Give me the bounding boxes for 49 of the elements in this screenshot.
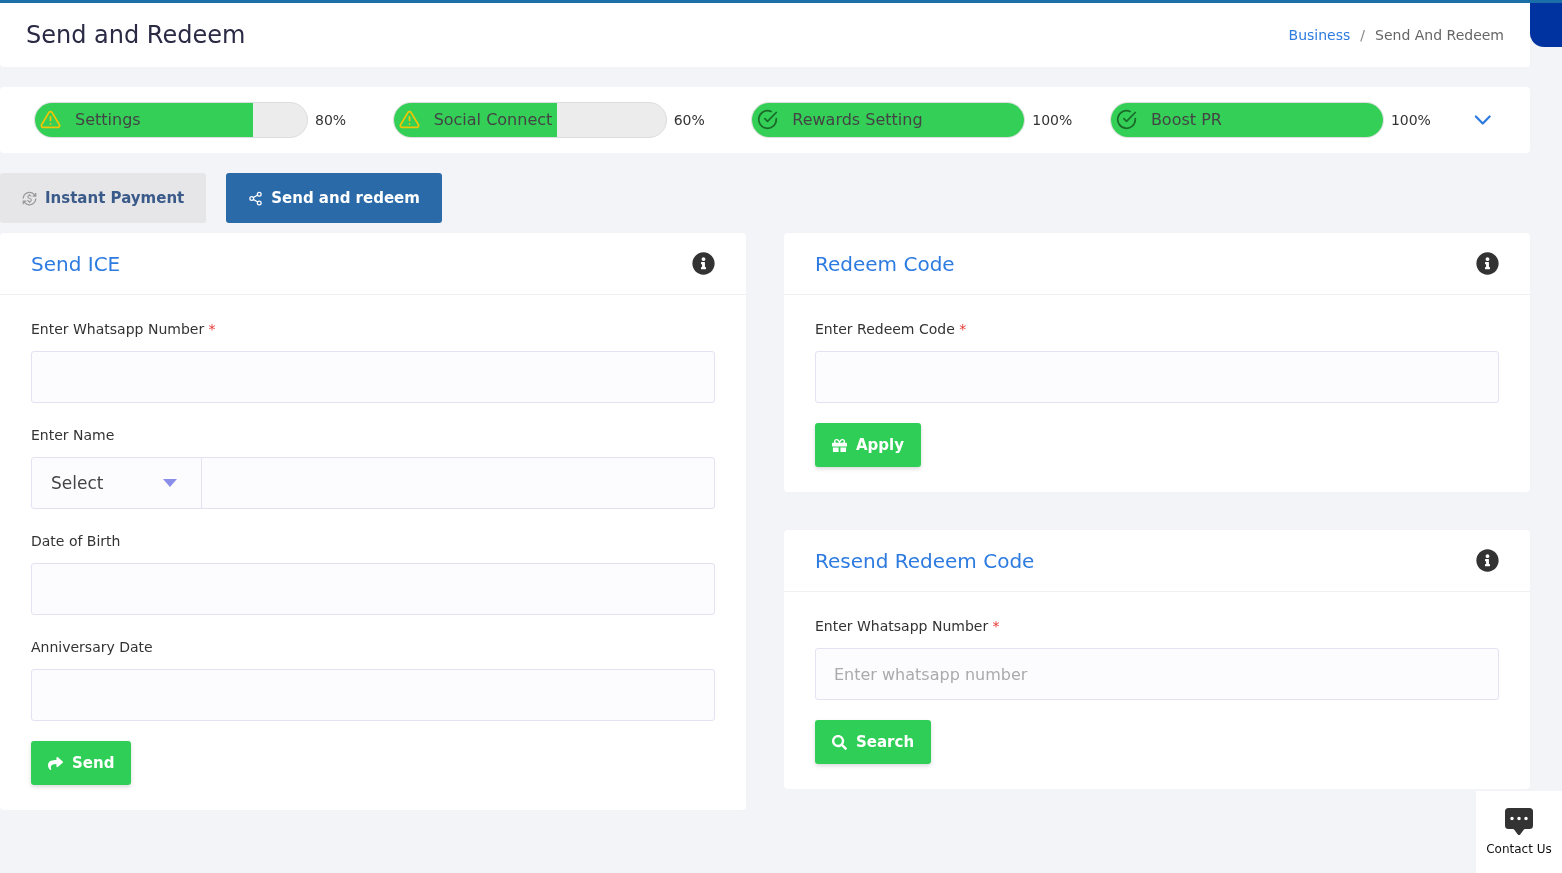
progress-label: Settings (75, 110, 141, 129)
warning-icon (40, 109, 61, 130)
info-icon[interactable] (1476, 252, 1499, 275)
search-icon (832, 734, 847, 750)
tab[interactable]: Instant Payment (0, 173, 207, 223)
currency-exchange-icon (22, 190, 37, 206)
progress-label: Boost PR (1150, 110, 1222, 129)
field-label: Date of Birth (31, 533, 122, 549)
gift-icon (832, 437, 847, 453)
name-input-group[interactable]: Select (31, 457, 715, 509)
progress-label: Social Connect (433, 110, 553, 129)
card-title: Resend Redeem Code (815, 548, 1035, 573)
share-icon (248, 190, 264, 206)
progress-reading: 100% (1390, 112, 1431, 128)
progress-bar[interactable]: Settings (34, 102, 308, 138)
page-title: Send and Redeem (26, 21, 246, 49)
input-field[interactable] (31, 563, 715, 615)
share-arrow-icon (48, 755, 63, 771)
field-label: Enter Name (31, 427, 116, 443)
input-field[interactable] (815, 351, 1499, 403)
chat-icon (1505, 808, 1533, 836)
corner-accent (1530, 3, 1562, 47)
info-icon[interactable] (692, 252, 715, 275)
field-label: Anniversary Date (31, 639, 154, 655)
progress-reading: 100% (1032, 112, 1073, 128)
progress-label: Rewards Setting (792, 110, 923, 129)
tab[interactable]: Send and redeem (226, 173, 442, 223)
check-circle-icon (757, 109, 779, 130)
progress-reading: 80% (315, 112, 347, 128)
progress-reading: 60% (673, 112, 705, 128)
warning-icon (398, 109, 420, 130)
field-label: Enter Whatsapp Number * (815, 618, 1001, 634)
input-field[interactable] (31, 669, 715, 721)
field-label: Enter Whatsapp Number * (31, 321, 217, 337)
progress-bar[interactable]: Social Connect (392, 102, 667, 138)
input-field[interactable]: Enter whatsapp number (815, 648, 1499, 700)
input-field[interactable] (31, 351, 715, 403)
card-title: Redeem Code (815, 251, 955, 276)
check-circle-icon (1115, 109, 1137, 130)
field-label: Enter Redeem Code * (815, 321, 968, 337)
info-icon[interactable] (1476, 549, 1499, 572)
progress-bar[interactable]: Boost PR (1109, 102, 1384, 138)
breadcrumb-link[interactable]: Business (1288, 27, 1351, 43)
contact-us-button[interactable]: Contact Us (1476, 791, 1562, 873)
progress-bar[interactable]: Rewards Setting (751, 102, 1026, 138)
breadcrumb-current: Send And Redeem (1375, 27, 1504, 43)
caret-icon (163, 479, 177, 487)
breadcrumb-separator: / (1360, 27, 1366, 43)
card-title: Send ICE (31, 251, 121, 276)
